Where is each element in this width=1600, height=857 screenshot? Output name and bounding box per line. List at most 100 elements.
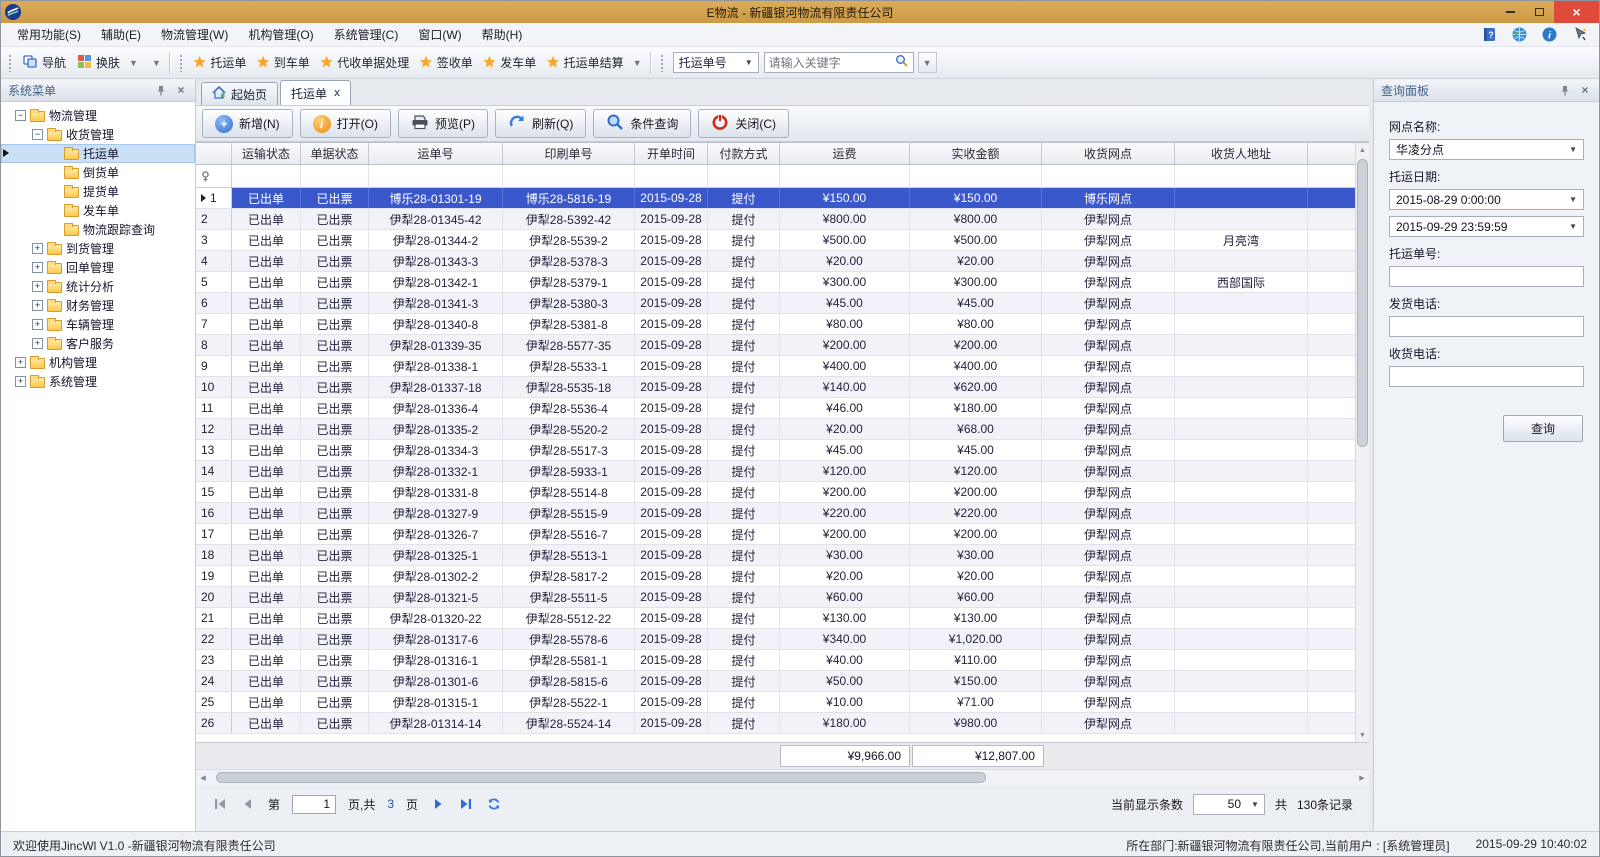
grid-cell[interactable]: 伊犁网点 — [1042, 629, 1175, 649]
grid-cell[interactable]: 已出单 — [232, 650, 301, 670]
grid-cell[interactable]: ¥46.00 — [780, 398, 910, 418]
grid-filter-row[interactable] — [196, 165, 1355, 188]
grid-cell[interactable]: ¥220.00 — [910, 503, 1042, 523]
grid-cell[interactable]: ¥80.00 — [910, 314, 1042, 334]
row-indicator[interactable]: 6 — [196, 293, 232, 313]
grid-cell[interactable] — [1175, 629, 1308, 649]
column-header-8[interactable]: 收货网点 — [1042, 143, 1175, 164]
grid-cell[interactable]: ¥200.00 — [910, 335, 1042, 355]
grid-cell[interactable]: 伊犁28-5511-5 — [503, 587, 635, 607]
grid-cell[interactable]: 博乐28-01301-19 — [369, 188, 503, 208]
grid-cell[interactable]: 已出票 — [301, 650, 369, 670]
grid-cell[interactable]: 博乐28-5816-19 — [503, 188, 635, 208]
grid-cell[interactable]: 伊犁28-01320-22 — [369, 608, 503, 628]
grid-cell[interactable]: 伊犁网点 — [1042, 377, 1175, 397]
grid-cell[interactable]: 伊犁28-5578-6 — [503, 629, 635, 649]
grid-cell[interactable]: 月亮湾 — [1175, 230, 1308, 250]
toolbar-overflow-icon[interactable]: ▼ — [148, 56, 165, 70]
prev-page-icon[interactable] — [240, 797, 256, 811]
favorite-shortcut-1[interactable]: ★到车单 — [251, 54, 314, 71]
grid-cell[interactable] — [1175, 335, 1308, 355]
row-indicator[interactable]: 26 — [196, 713, 232, 733]
grid-cell[interactable] — [1175, 419, 1308, 439]
grid-cell[interactable]: ¥150.00 — [910, 188, 1042, 208]
grid-cell[interactable]: 伊犁网点 — [1042, 293, 1175, 313]
grid-cell[interactable]: ¥68.00 — [910, 419, 1042, 439]
table-row[interactable]: 23已出单已出票伊犁28-01316-1伊犁28-5581-12015-09-2… — [196, 650, 1355, 671]
grid-cell[interactable]: 已出单 — [232, 293, 301, 313]
grid-cell[interactable]: 伊犁28-01336-4 — [369, 398, 503, 418]
table-row[interactable]: 15已出单已出票伊犁28-01331-8伊犁28-5514-82015-09-2… — [196, 482, 1355, 503]
grid-cell[interactable]: ¥120.00 — [780, 461, 910, 481]
filter-cell-1[interactable] — [301, 165, 369, 187]
filter-row-icon[interactable] — [196, 165, 232, 187]
grid-cell[interactable]: 伊犁28-5522-1 — [503, 692, 635, 712]
tab-close-icon[interactable]: x — [334, 87, 340, 99]
grid-cell[interactable]: 伊犁28-01332-1 — [369, 461, 503, 481]
row-indicator[interactable]: 14 — [196, 461, 232, 481]
table-row[interactable]: 6已出单已出票伊犁28-01341-3伊犁28-5380-32015-09-28… — [196, 293, 1355, 314]
grid-cell[interactable]: 已出单 — [232, 608, 301, 628]
grid-cell[interactable]: 伊犁网点 — [1042, 314, 1175, 334]
grid-cell[interactable]: 伊犁28-01317-6 — [369, 629, 503, 649]
grid-cell[interactable]: ¥10.00 — [780, 692, 910, 712]
grid-cell[interactable]: 伊犁网点 — [1042, 482, 1175, 502]
grid-cell[interactable]: 伊犁28-5380-3 — [503, 293, 635, 313]
grid-cell[interactable]: 伊犁28-5533-1 — [503, 356, 635, 376]
table-row[interactable]: 5已出单已出票伊犁28-01342-1伊犁28-5379-12015-09-28… — [196, 272, 1355, 293]
grid-cell[interactable] — [1175, 713, 1308, 733]
grid-cell[interactable] — [1175, 482, 1308, 502]
grid-cell[interactable]: 已出票 — [301, 566, 369, 586]
grid-cell[interactable]: 2015-09-28 — [635, 272, 708, 292]
row-indicator[interactable]: 10 — [196, 377, 232, 397]
table-row[interactable]: 22已出单已出票伊犁28-01317-6伊犁28-5578-62015-09-2… — [196, 629, 1355, 650]
grid-cell[interactable]: 2015-09-28 — [635, 209, 708, 229]
row-indicator[interactable]: 4 — [196, 251, 232, 271]
grid-cell[interactable]: ¥60.00 — [910, 587, 1042, 607]
grid-cell[interactable]: ¥20.00 — [910, 251, 1042, 271]
grid-cell[interactable]: 伊犁28-01302-2 — [369, 566, 503, 586]
table-row[interactable]: 14已出单已出票伊犁28-01332-1伊犁28-5933-12015-09-2… — [196, 461, 1355, 482]
row-indicator[interactable]: 15 — [196, 482, 232, 502]
grid-cell[interactable]: 提付 — [708, 272, 780, 292]
grid-cell[interactable]: 提付 — [708, 671, 780, 691]
grid-cell[interactable]: 伊犁网点 — [1042, 650, 1175, 670]
reload-icon[interactable] — [486, 797, 502, 811]
grid-cell[interactable]: 已出单 — [232, 524, 301, 544]
search-input[interactable]: 请输入关键字 — [764, 52, 914, 73]
grid-cell[interactable]: 已出单 — [232, 440, 301, 460]
grid-cell[interactable]: 提付 — [708, 713, 780, 733]
row-indicator[interactable]: 8 — [196, 335, 232, 355]
skin-button[interactable]: 换肤 ▼ — [72, 51, 148, 74]
row-indicator[interactable]: 2 — [196, 209, 232, 229]
table-row[interactable]: 17已出单已出票伊犁28-01326-7伊犁28-5516-72015-09-2… — [196, 524, 1355, 545]
menu-item-5[interactable]: 窗口(W) — [408, 23, 471, 46]
grid-cell[interactable]: 提付 — [708, 209, 780, 229]
favorites-overflow-icon[interactable]: ▼ — [629, 56, 646, 70]
grid-cell[interactable]: 伊犁28-01326-7 — [369, 524, 503, 544]
grid-cell[interactable]: 已出票 — [301, 608, 369, 628]
filter-cell-8[interactable] — [1042, 165, 1175, 187]
grid-cell[interactable]: 伊犁28-5381-8 — [503, 314, 635, 334]
action-button-1[interactable]: i打开(O) — [300, 109, 391, 138]
grid-cell[interactable]: 已出单 — [232, 671, 301, 691]
grid-cell[interactable]: 已出票 — [301, 356, 369, 376]
tree-toggle-icon[interactable]: + — [32, 262, 43, 273]
grid-cell[interactable]: 伊犁28-01340-8 — [369, 314, 503, 334]
table-row[interactable]: 20已出单已出票伊犁28-01321-5伊犁28-5511-52015-09-2… — [196, 587, 1355, 608]
tree-toggle-icon[interactable]: + — [32, 319, 43, 330]
grid-cell[interactable]: 提付 — [708, 440, 780, 460]
grid-cell[interactable]: 伊犁网点 — [1042, 461, 1175, 481]
table-row[interactable]: 19已出单已出票伊犁28-01302-2伊犁28-5817-22015-09-2… — [196, 566, 1355, 587]
grid-cell[interactable]: 提付 — [708, 188, 780, 208]
grid-cell[interactable]: ¥400.00 — [910, 356, 1042, 376]
column-header-3[interactable]: 印刷单号 — [503, 143, 635, 164]
filter-cell-2[interactable] — [369, 165, 503, 187]
row-indicator[interactable]: 11 — [196, 398, 232, 418]
sidebar-item-3[interactable]: 倒货单 — [1, 163, 195, 182]
first-page-icon[interactable] — [212, 797, 228, 811]
grid-cell[interactable]: 提付 — [708, 419, 780, 439]
tree-toggle-icon[interactable]: − — [15, 110, 26, 121]
table-row[interactable]: 11已出单已出票伊犁28-01336-4伊犁28-5536-42015-09-2… — [196, 398, 1355, 419]
grid-cell[interactable]: 伊犁网点 — [1042, 230, 1175, 250]
